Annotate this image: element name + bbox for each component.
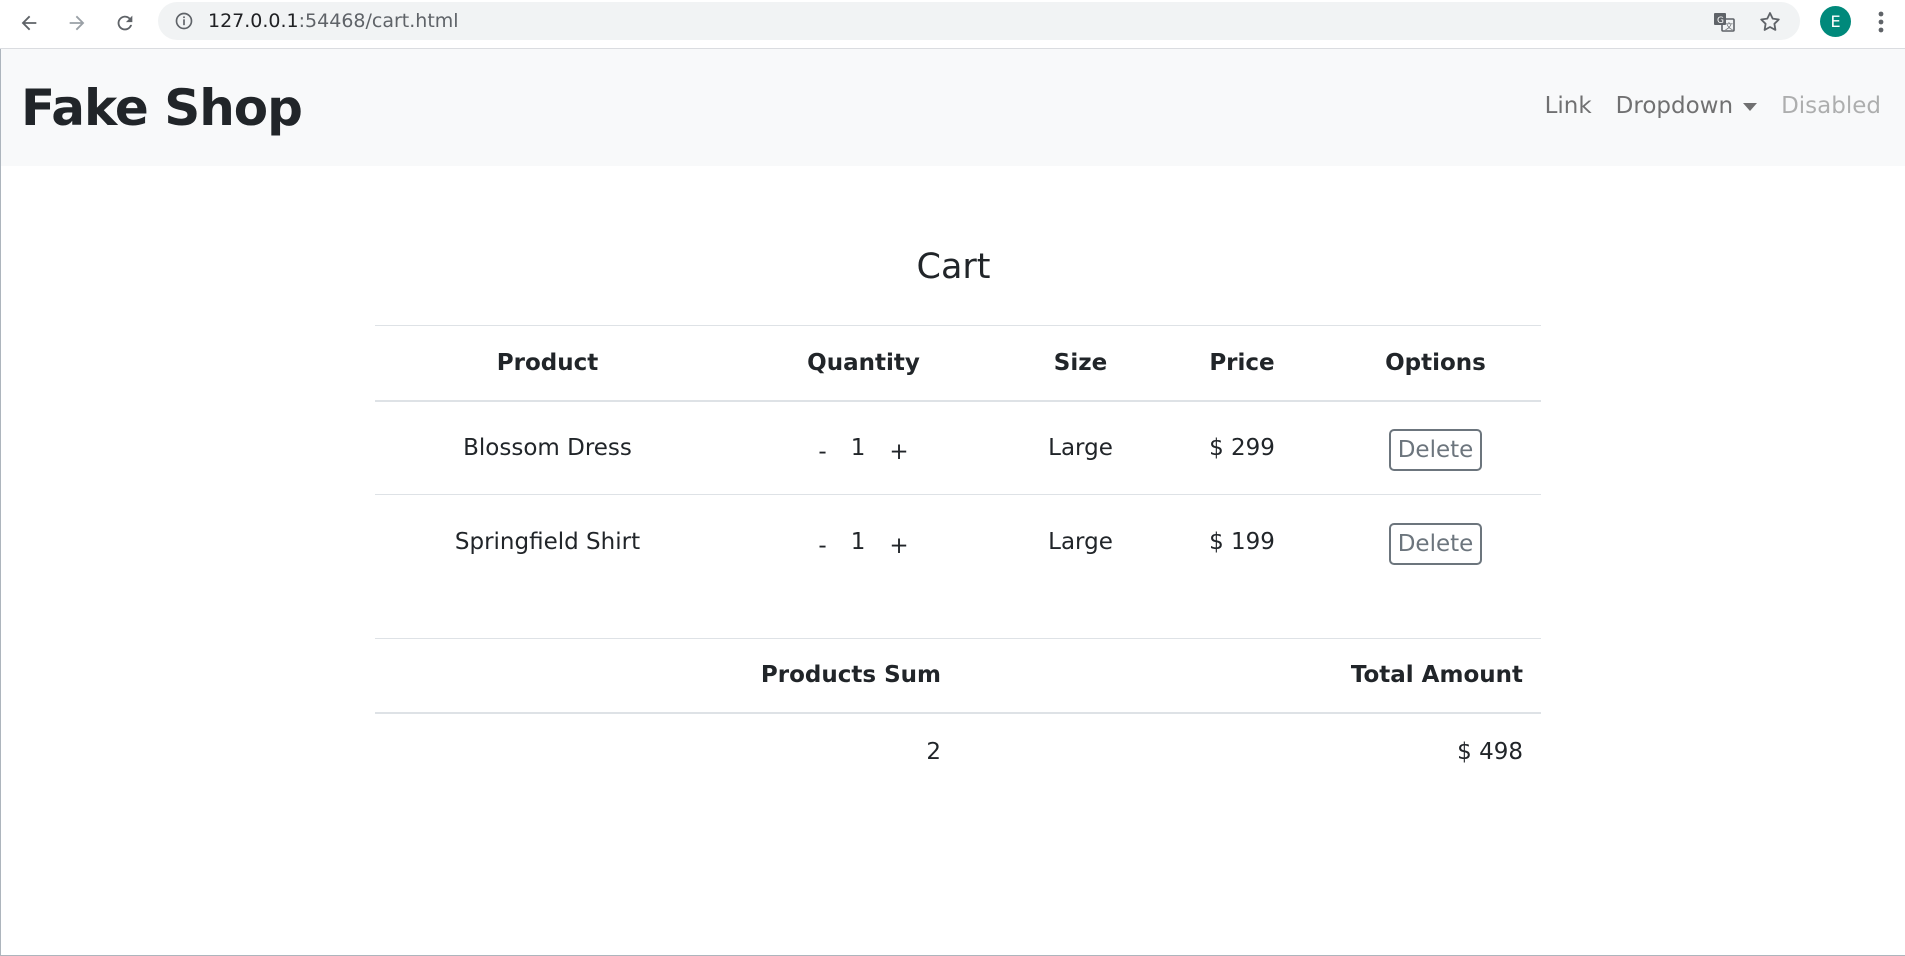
summary-row: 2 $ 498 <box>375 713 1541 790</box>
header-product: Product <box>375 325 720 402</box>
forward-button[interactable] <box>60 6 94 40</box>
site-info-icon[interactable] <box>174 11 194 31</box>
url-text: 127.0.0.1:54468/cart.html <box>208 11 459 31</box>
header-quantity: Quantity <box>720 325 1007 402</box>
nav-links: Link Dropdown Disabled <box>1545 93 1881 119</box>
page-title: Cart <box>916 247 991 287</box>
summary-spacer <box>941 638 1341 714</box>
decrease-quantity-button[interactable]: - <box>818 431 826 465</box>
more-menu-icon[interactable] <box>1868 6 1894 38</box>
header-price: Price <box>1154 325 1330 402</box>
table-row: Blossom Dress - 1 + Large $ 299 Delete <box>375 400 1541 495</box>
forward-arrow-icon <box>69 15 85 31</box>
quantity-stepper: - 1 + <box>818 431 908 465</box>
quantity-stepper: - 1 + <box>818 525 908 559</box>
product-price: $ 199 <box>1154 494 1330 589</box>
delete-button[interactable]: Delete <box>1388 428 1483 471</box>
product-name: Blossom Dress <box>375 400 720 495</box>
caret-down-icon <box>1743 102 1758 111</box>
profile-initial: E <box>1830 12 1841 31</box>
brand-logo[interactable]: Fake Shop <box>21 79 303 137</box>
reload-button[interactable] <box>108 6 142 40</box>
site-navbar: Fake Shop Link Dropdown Disabled <box>1 49 1905 166</box>
cart-table: Product Quantity Size Price Options Blos… <box>375 325 1541 589</box>
nav-link[interactable]: Link <box>1545 93 1592 119</box>
browser-toolbar: 127.0.0.1:54468/cart.html G文 E <box>0 0 1905 49</box>
options-cell: Delete <box>1330 494 1541 589</box>
url-host: 127.0.0.1 <box>208 10 299 32</box>
product-size: Large <box>1007 494 1154 589</box>
url-path: :54468/cart.html <box>298 10 459 32</box>
address-bar[interactable]: 127.0.0.1:54468/cart.html G文 <box>158 2 1800 40</box>
delete-button[interactable]: Delete <box>1388 522 1483 565</box>
table-row: Springfield Shirt - 1 + Large $ 199 Dele… <box>375 494 1541 589</box>
product-size: Large <box>1007 400 1154 495</box>
cart-summary-table: Products Sum Total Amount 2 $ 498 <box>375 638 1541 790</box>
quantity-value: 1 <box>850 528 866 555</box>
products-sum-value: 2 <box>926 738 941 765</box>
header-options: Options <box>1330 325 1541 402</box>
quantity-value: 1 <box>850 434 866 461</box>
quantity-cell: - 1 + <box>720 400 1007 495</box>
nav-dropdown[interactable]: Dropdown <box>1615 93 1758 119</box>
svg-text:文: 文 <box>1725 21 1733 31</box>
table-header-row: Product Quantity Size Price Options <box>375 325 1541 402</box>
nav-dropdown-label: Dropdown <box>1615 93 1734 119</box>
summary-header-row: Products Sum Total Amount <box>375 638 1541 714</box>
quantity-cell: - 1 + <box>720 494 1007 589</box>
bookmark-star-icon[interactable] <box>1758 10 1782 34</box>
profile-avatar[interactable]: E <box>1820 6 1851 37</box>
increase-quantity-button[interactable]: + <box>889 525 908 559</box>
reload-icon <box>117 15 133 31</box>
products-sum-label: Products Sum <box>375 638 941 714</box>
total-amount-value: $ 498 <box>1457 738 1523 765</box>
back-button[interactable] <box>12 6 46 40</box>
page-viewport: Fake Shop Link Dropdown Disabled Cart Pr… <box>0 49 1905 956</box>
product-name: Springfield Shirt <box>375 494 720 589</box>
total-amount-label: Total Amount <box>1341 638 1541 714</box>
summary-spacer <box>941 713 1341 790</box>
svg-text:G: G <box>1717 16 1724 26</box>
back-arrow-icon <box>21 15 37 31</box>
decrease-quantity-button[interactable]: - <box>818 525 826 559</box>
options-cell: Delete <box>1330 400 1541 495</box>
nav-link-disabled: Disabled <box>1781 93 1881 119</box>
increase-quantity-button[interactable]: + <box>889 431 908 465</box>
translate-icon[interactable]: G文 <box>1712 10 1736 34</box>
header-size: Size <box>1007 325 1154 402</box>
product-price: $ 299 <box>1154 400 1330 495</box>
